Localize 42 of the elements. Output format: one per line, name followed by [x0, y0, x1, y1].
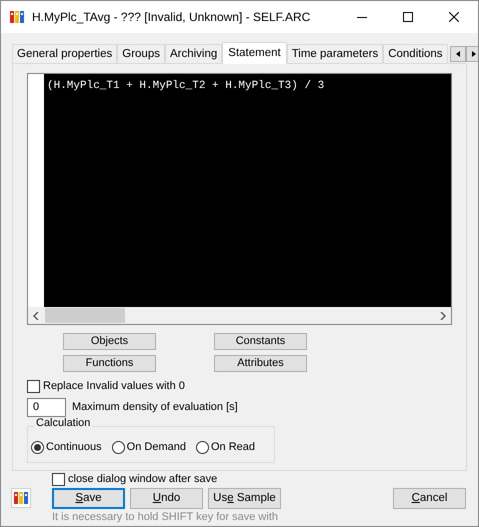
insert-button[interactable]: Objects — [63, 333, 156, 350]
insert-button[interactable]: Functions — [63, 355, 156, 372]
checkbox[interactable] — [27, 380, 40, 393]
binders-icon — [10, 10, 24, 24]
dialog-button[interactable]: Use Sample — [208, 488, 281, 509]
checkbox[interactable] — [52, 473, 65, 486]
group-title: Calculation — [34, 418, 92, 429]
tab[interactable]: Statement — [222, 42, 287, 64]
statement-editor[interactable]: (H.MyPlc_T1 + H.MyPlc_T2 + H.MyPlc_T3) / 3 — [27, 73, 452, 325]
radio-button[interactable] — [112, 441, 125, 454]
radio-button[interactable] — [196, 441, 209, 454]
tab[interactable]: Groups — [117, 44, 165, 63]
radio-label: On Demand — [126, 441, 186, 454]
close-icon[interactable] — [449, 12, 459, 22]
radio-button[interactable] — [31, 441, 44, 454]
statement-text: (H.MyPlc_T1 + H.MyPlc_T2 + H.MyPlc_T3) / 3 — [47, 80, 324, 92]
checkbox-label: Replace Invalid values with 0 — [43, 380, 185, 393]
scroll-left-button[interactable] — [450, 46, 466, 62]
minimize-icon[interactable] — [357, 16, 367, 18]
scroll-thumb[interactable] — [45, 308, 125, 323]
maximize-icon[interactable] — [403, 12, 413, 22]
radio-label: On Read — [210, 441, 255, 454]
insert-button[interactable]: Attributes — [214, 355, 307, 372]
insert-button[interactable]: Constants — [214, 333, 307, 350]
checkbox-label: close dialog window after save — [68, 473, 218, 486]
density-label: Maximum density of evaluation [s] — [72, 401, 238, 414]
density-field[interactable]: 0 — [27, 398, 66, 417]
dialog-button[interactable]: Undo — [130, 488, 203, 509]
tab[interactable]: Time parameters — [286, 44, 384, 63]
tab[interactable]: Conditions — [383, 44, 448, 63]
horizontal-scrollbar[interactable] — [28, 307, 451, 324]
binders-icon — [14, 491, 28, 505]
window-title: H.MyPlc_TAvg - ??? [Invalid, Unknown] - SELF.ARC — [32, 10, 312, 24]
radio-label: Continuous — [46, 441, 102, 454]
dialog-button[interactable]: Save — [52, 488, 125, 509]
left-arrow-icon — [456, 51, 460, 57]
cancel-button[interactable]: Cancel — [393, 488, 466, 509]
hint-text: It is necessary to hold SHIFT key for save with — [52, 511, 279, 524]
tab[interactable]: General properties — [12, 44, 118, 63]
tab[interactable]: Archiving — [164, 44, 222, 63]
scroll-right-button[interactable] — [466, 46, 478, 62]
right-arrow-icon — [472, 51, 476, 57]
